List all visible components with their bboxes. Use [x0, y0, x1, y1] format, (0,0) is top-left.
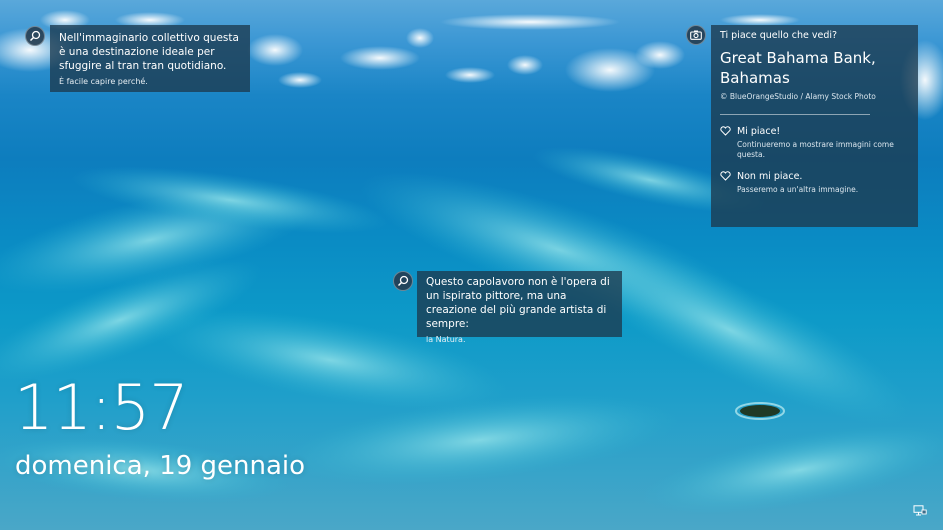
- magnifier-icon: [29, 30, 41, 42]
- magnifier-icon: [397, 275, 409, 287]
- like-description: Continueremo a mostrare immagini come qu…: [737, 140, 894, 159]
- heart-icon: [720, 171, 731, 181]
- dislike-label: Non mi piace.: [737, 171, 803, 182]
- hint-title: Questo capolavoro non è l'opera di un is…: [426, 276, 610, 330]
- network-icon-glyph: [913, 505, 927, 516]
- image-info-panel: Ti piace quello che vedi? Great Bahama B…: [711, 25, 918, 227]
- lockscreen-clock: 11:57: [14, 371, 189, 444]
- hint-magnifier-button-center[interactable]: [393, 271, 413, 291]
- info-question: Ti piace quello che vedi?: [720, 30, 838, 41]
- hint-panel-top-left[interactable]: Nell'immaginario collettivo questa è una…: [50, 25, 250, 92]
- image-info-button[interactable]: [686, 25, 706, 45]
- heart-icon: [720, 126, 731, 136]
- image-credit: © BlueOrangeStudio / Alamy Stock Photo: [720, 92, 876, 101]
- like-label: Mi piace!: [737, 126, 781, 137]
- lockscreen-date: domenica, 19 gennaio: [15, 451, 306, 481]
- network-icon[interactable]: [913, 502, 927, 516]
- hint-magnifier-button[interactable]: [25, 26, 45, 46]
- hint-title: Nell'immaginario collettivo questa è una…: [59, 32, 239, 72]
- camera-icon: [690, 30, 702, 40]
- divider: [720, 114, 870, 115]
- like-option[interactable]: Mi piace! Continueremo a mostrare immagi…: [720, 125, 909, 160]
- hint-subtitle: la Natura.: [426, 335, 466, 344]
- hint-subtitle: È facile capire perché.: [59, 77, 148, 86]
- dislike-description: Passeremo a un'altra immagine.: [737, 185, 859, 194]
- hint-panel-center[interactable]: Questo capolavoro non è l'opera di un is…: [417, 271, 622, 344]
- image-location: Great Bahama Bank, Bahamas: [720, 49, 876, 87]
- dislike-option[interactable]: Non mi piace. Passeremo a un'altra immag…: [720, 170, 909, 195]
